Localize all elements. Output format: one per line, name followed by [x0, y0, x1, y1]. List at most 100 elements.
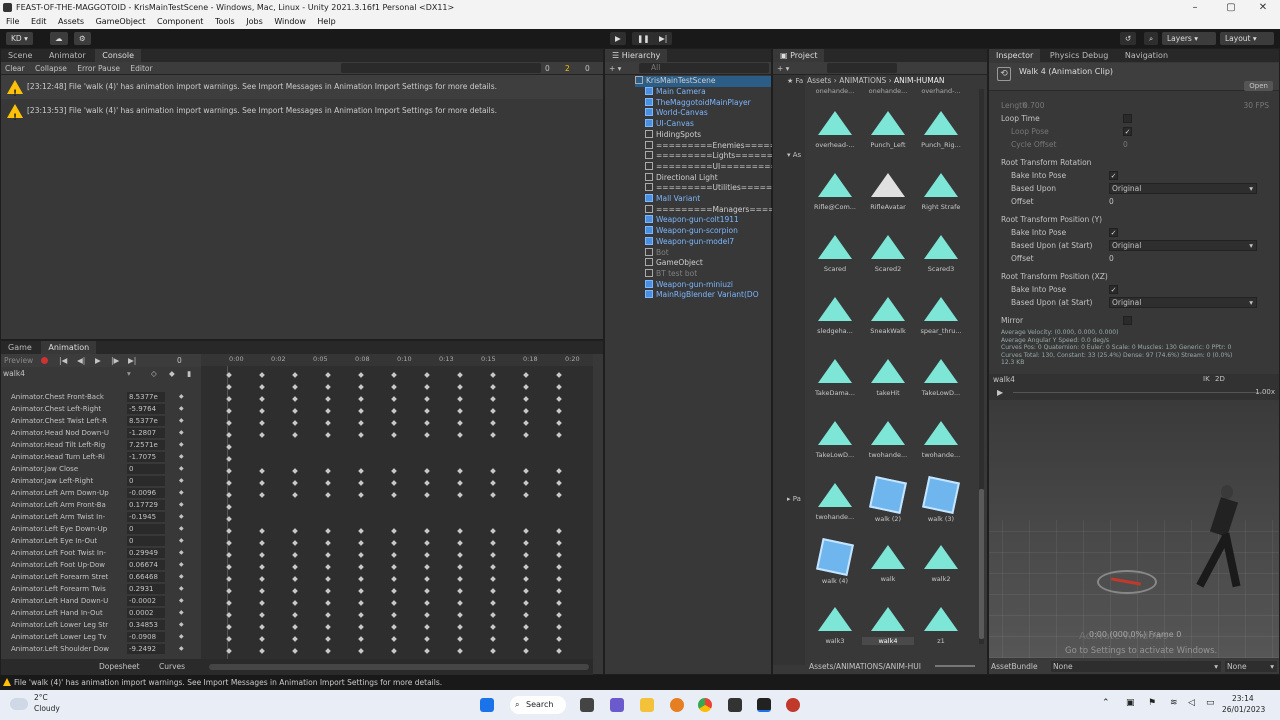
keyframe-marker[interactable]	[259, 480, 265, 486]
keyframe-marker[interactable]	[523, 600, 529, 606]
keyframe-marker[interactable]	[325, 384, 331, 390]
keyframe-marker[interactable]	[391, 576, 397, 582]
console-search-input[interactable]	[341, 63, 541, 73]
keyframe-marker[interactable]	[226, 516, 232, 522]
keyframe-marker[interactable]	[457, 396, 463, 402]
asset-item[interactable]: Rifle@Com...	[809, 163, 861, 223]
keyframe-marker[interactable]	[259, 588, 265, 594]
horizontal-scrollbar[interactable]	[209, 664, 589, 670]
keyframe-toggle-icon[interactable]: ◆	[179, 535, 184, 547]
keyframe-marker[interactable]	[556, 372, 562, 378]
keyframe-marker[interactable]	[226, 420, 232, 426]
keyframe-marker[interactable]	[226, 576, 232, 582]
play-icon[interactable]: ▶	[95, 354, 101, 367]
close-button[interactable]: ✕	[1246, 0, 1280, 15]
step-button[interactable]: ▶|	[654, 32, 673, 45]
keyframe-marker[interactable]	[556, 612, 562, 618]
posxz-bake-checkbox[interactable]: ✓	[1109, 285, 1118, 294]
keyframe-marker[interactable]	[226, 456, 232, 462]
hierarchy-item[interactable]: =========Utilities=========	[645, 183, 797, 194]
keyframe-marker[interactable]	[457, 528, 463, 534]
keyframe-marker[interactable]	[358, 396, 364, 402]
rot-offset-row[interactable]: Offset 0	[1011, 195, 1271, 208]
windows-start-icon[interactable]	[480, 698, 494, 712]
keyframe-marker[interactable]	[325, 576, 331, 582]
keyframe-toggle-icon[interactable]: ◆	[179, 571, 184, 583]
tab-physics-debug[interactable]: Physics Debug	[1043, 49, 1115, 62]
keyframe-marker[interactable]	[292, 396, 298, 402]
keyframe-marker[interactable]	[259, 648, 265, 654]
other-app-icon[interactable]	[786, 698, 800, 712]
property-value-field[interactable]: -0.0096	[127, 488, 165, 498]
keyframe-marker[interactable]	[358, 600, 364, 606]
dopesheet-tab[interactable]: Dopesheet	[99, 659, 140, 675]
posy-bake-row[interactable]: Bake Into Pose ✓	[1011, 226, 1271, 239]
volume-icon[interactable]: ◁	[1188, 698, 1195, 708]
animated-property-row[interactable]: Animator.Left Foot Twist In- 0.29949 ◆	[1, 547, 191, 559]
keyframe-marker[interactable]	[523, 648, 529, 654]
keyframe-marker[interactable]	[226, 636, 232, 642]
keyframe-marker[interactable]	[457, 492, 463, 498]
assets-folder[interactable]: ▾ As	[787, 151, 801, 159]
asset-item[interactable]: walk (2)	[862, 473, 914, 533]
keyframe-marker[interactable]	[226, 468, 232, 474]
minimize-button[interactable]: –	[1178, 0, 1212, 15]
keyframe-marker[interactable]	[556, 420, 562, 426]
keyframe-toggle-icon[interactable]: ◆	[179, 523, 184, 535]
clear-button[interactable]: Clear	[5, 64, 25, 73]
menu-help[interactable]: Help	[317, 17, 335, 26]
keyframe-marker[interactable]	[424, 408, 430, 414]
hierarchy-search-input[interactable]: All	[639, 63, 769, 73]
property-value-field[interactable]: 0.06674	[127, 560, 165, 570]
project-search-input[interactable]	[827, 63, 897, 73]
keyframe-marker[interactable]	[490, 576, 496, 582]
keyframe-marker[interactable]	[259, 468, 265, 474]
animated-property-row[interactable]: Animator.Jaw Left-Right 0 ◆	[1, 475, 191, 487]
asset-item[interactable]: walk (3)	[915, 473, 967, 533]
app-icon[interactable]	[670, 698, 684, 712]
keyframe-marker[interactable]	[358, 468, 364, 474]
prev-key-icon[interactable]: ◀|	[77, 354, 85, 367]
play-button[interactable]: ▶	[610, 32, 626, 45]
keyframe-marker[interactable]	[226, 372, 232, 378]
animation-preview-viewport[interactable]: 0:00 (000.0%) Frame 0 Activate Windows G…	[989, 400, 1279, 658]
posxz-based-upon-row[interactable]: Based Upon (at Start) Original ▾	[1011, 296, 1271, 309]
keyframe-marker[interactable]	[358, 636, 364, 642]
menu-tools[interactable]: Tools	[215, 17, 235, 26]
keyframe-marker[interactable]	[226, 552, 232, 558]
keyframe-marker[interactable]	[325, 372, 331, 378]
menu-component[interactable]: Component	[157, 17, 203, 26]
keyframe-marker[interactable]	[490, 648, 496, 654]
asset-item[interactable]: TakeLowD...	[809, 411, 861, 471]
keyframe-marker[interactable]	[325, 564, 331, 570]
keyframe-marker[interactable]	[556, 540, 562, 546]
keyframe-marker[interactable]	[457, 588, 463, 594]
keyframe-marker[interactable]	[226, 624, 232, 630]
keyframe-marker[interactable]	[457, 540, 463, 546]
keyframe-marker[interactable]	[490, 432, 496, 438]
asset-label[interactable]: onehande...	[862, 87, 914, 95]
keyframe-marker[interactable]	[358, 624, 364, 630]
scene-root[interactable]: KrisMainTestScene	[635, 76, 771, 87]
asset-item[interactable]: Scared	[809, 225, 861, 285]
keyframe-marker[interactable]	[523, 540, 529, 546]
keyframe-marker[interactable]	[457, 384, 463, 390]
tray-app-icon[interactable]: ▣	[1126, 698, 1135, 708]
keyframe-marker[interactable]	[556, 552, 562, 558]
project-add-icon[interactable]: + ▾	[777, 64, 789, 73]
keyframe-marker[interactable]	[391, 552, 397, 558]
keyframe-marker[interactable]	[457, 564, 463, 570]
keyframe-toggle-icon[interactable]: ◆	[179, 427, 184, 439]
keyframe-marker[interactable]	[490, 624, 496, 630]
property-value-field[interactable]: -9.2492	[127, 644, 165, 654]
asset-item[interactable]: TakeLowD...	[915, 349, 967, 409]
keyframe-marker[interactable]	[391, 372, 397, 378]
loop-time-checkbox[interactable]	[1123, 114, 1132, 123]
hierarchy-item[interactable]: BT test bot	[645, 268, 771, 280]
property-value-field[interactable]: -0.0908	[127, 632, 165, 642]
curves-tab[interactable]: Curves	[159, 659, 185, 675]
keyframe-marker[interactable]	[358, 408, 364, 414]
clip-dropdown[interactable]: walk4	[3, 369, 25, 378]
search-icon[interactable]: ⌕	[1144, 32, 1159, 45]
asset-item[interactable]: twohande...	[809, 473, 861, 533]
